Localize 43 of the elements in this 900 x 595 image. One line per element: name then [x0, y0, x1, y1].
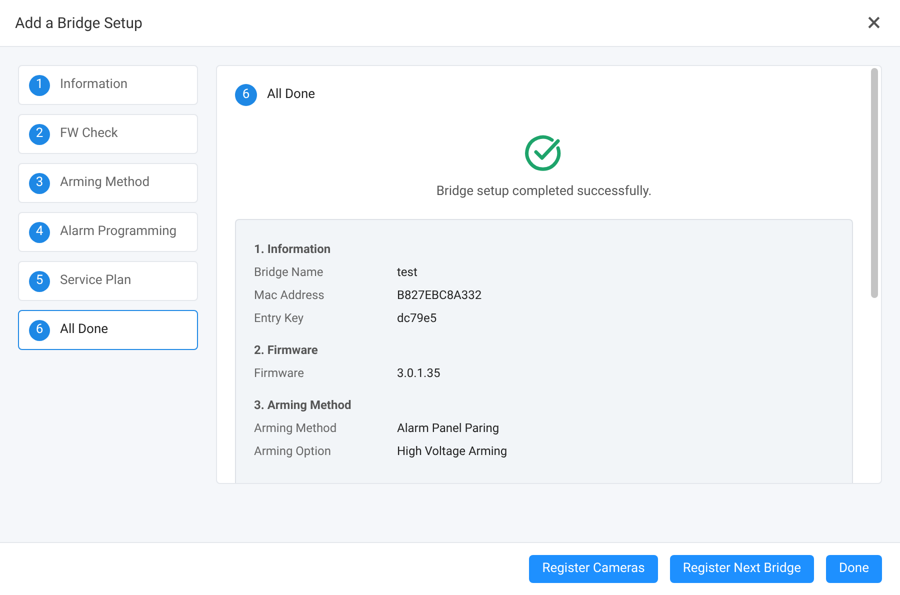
step-number-badge: 6	[29, 320, 50, 340]
step-item[interactable]: 3 Arming Method	[18, 163, 198, 203]
scrollbar-thumb[interactable]	[871, 68, 878, 298]
step-label: FW Check	[60, 125, 118, 144]
footer-button[interactable]: Register Cameras	[529, 555, 658, 583]
step-item[interactable]: 2 FW Check	[18, 114, 198, 154]
step-label: Alarm Programming	[60, 223, 177, 242]
field-value: test	[397, 264, 418, 281]
field-label: Mac Address	[254, 287, 326, 304]
step-number-badge: 3	[29, 172, 50, 194]
step-label: All Done	[60, 321, 108, 340]
field-label: Firmware	[254, 365, 306, 382]
step-number-badge: 6	[235, 84, 257, 106]
success-message: Bridge setup completed successfully.	[436, 183, 652, 201]
step-item[interactable]: 5 Service Plan	[18, 261, 198, 301]
section-heading: 1. Information	[254, 241, 332, 258]
footer-button[interactable]: Register Next Bridge	[670, 555, 814, 583]
section-heading: 3. Arming Method	[254, 397, 352, 414]
step-label: Arming Method	[60, 174, 150, 192]
field-value: Alarm Panel Paring	[397, 420, 500, 437]
step-number-badge: 1	[29, 74, 50, 96]
step-label: Service Plan	[60, 272, 132, 290]
step-item[interactable]: 1 Information	[18, 65, 198, 105]
field-value: 3.0.1.35	[397, 365, 440, 382]
step-title: All Done	[267, 86, 316, 104]
step-label: Information	[60, 76, 128, 94]
field-value: B827EBC8A332	[397, 287, 482, 304]
field-value: dc79e5	[397, 310, 437, 327]
field-label: Arming Option	[254, 443, 332, 460]
step-item[interactable]: 6 All Done	[18, 310, 198, 350]
section-heading: 2. Firmware	[254, 342, 319, 359]
field-value: High Voltage Arming	[397, 443, 508, 460]
step-item[interactable]: 4 Alarm Programming	[18, 212, 198, 252]
field-label: Arming Method	[254, 420, 338, 437]
step-number-badge: 4	[29, 222, 50, 242]
window-title: Add a Bridge Setup	[15, 12, 142, 34]
field-label: Bridge Name	[254, 264, 324, 281]
close-button[interactable]: ×	[863, 10, 885, 36]
success-check-icon	[525, 134, 563, 172]
field-label: Entry Key	[254, 310, 305, 327]
step-number-badge: 5	[29, 270, 50, 292]
step-number-badge: 2	[29, 124, 50, 144]
footer-button[interactable]: Done	[826, 555, 882, 583]
